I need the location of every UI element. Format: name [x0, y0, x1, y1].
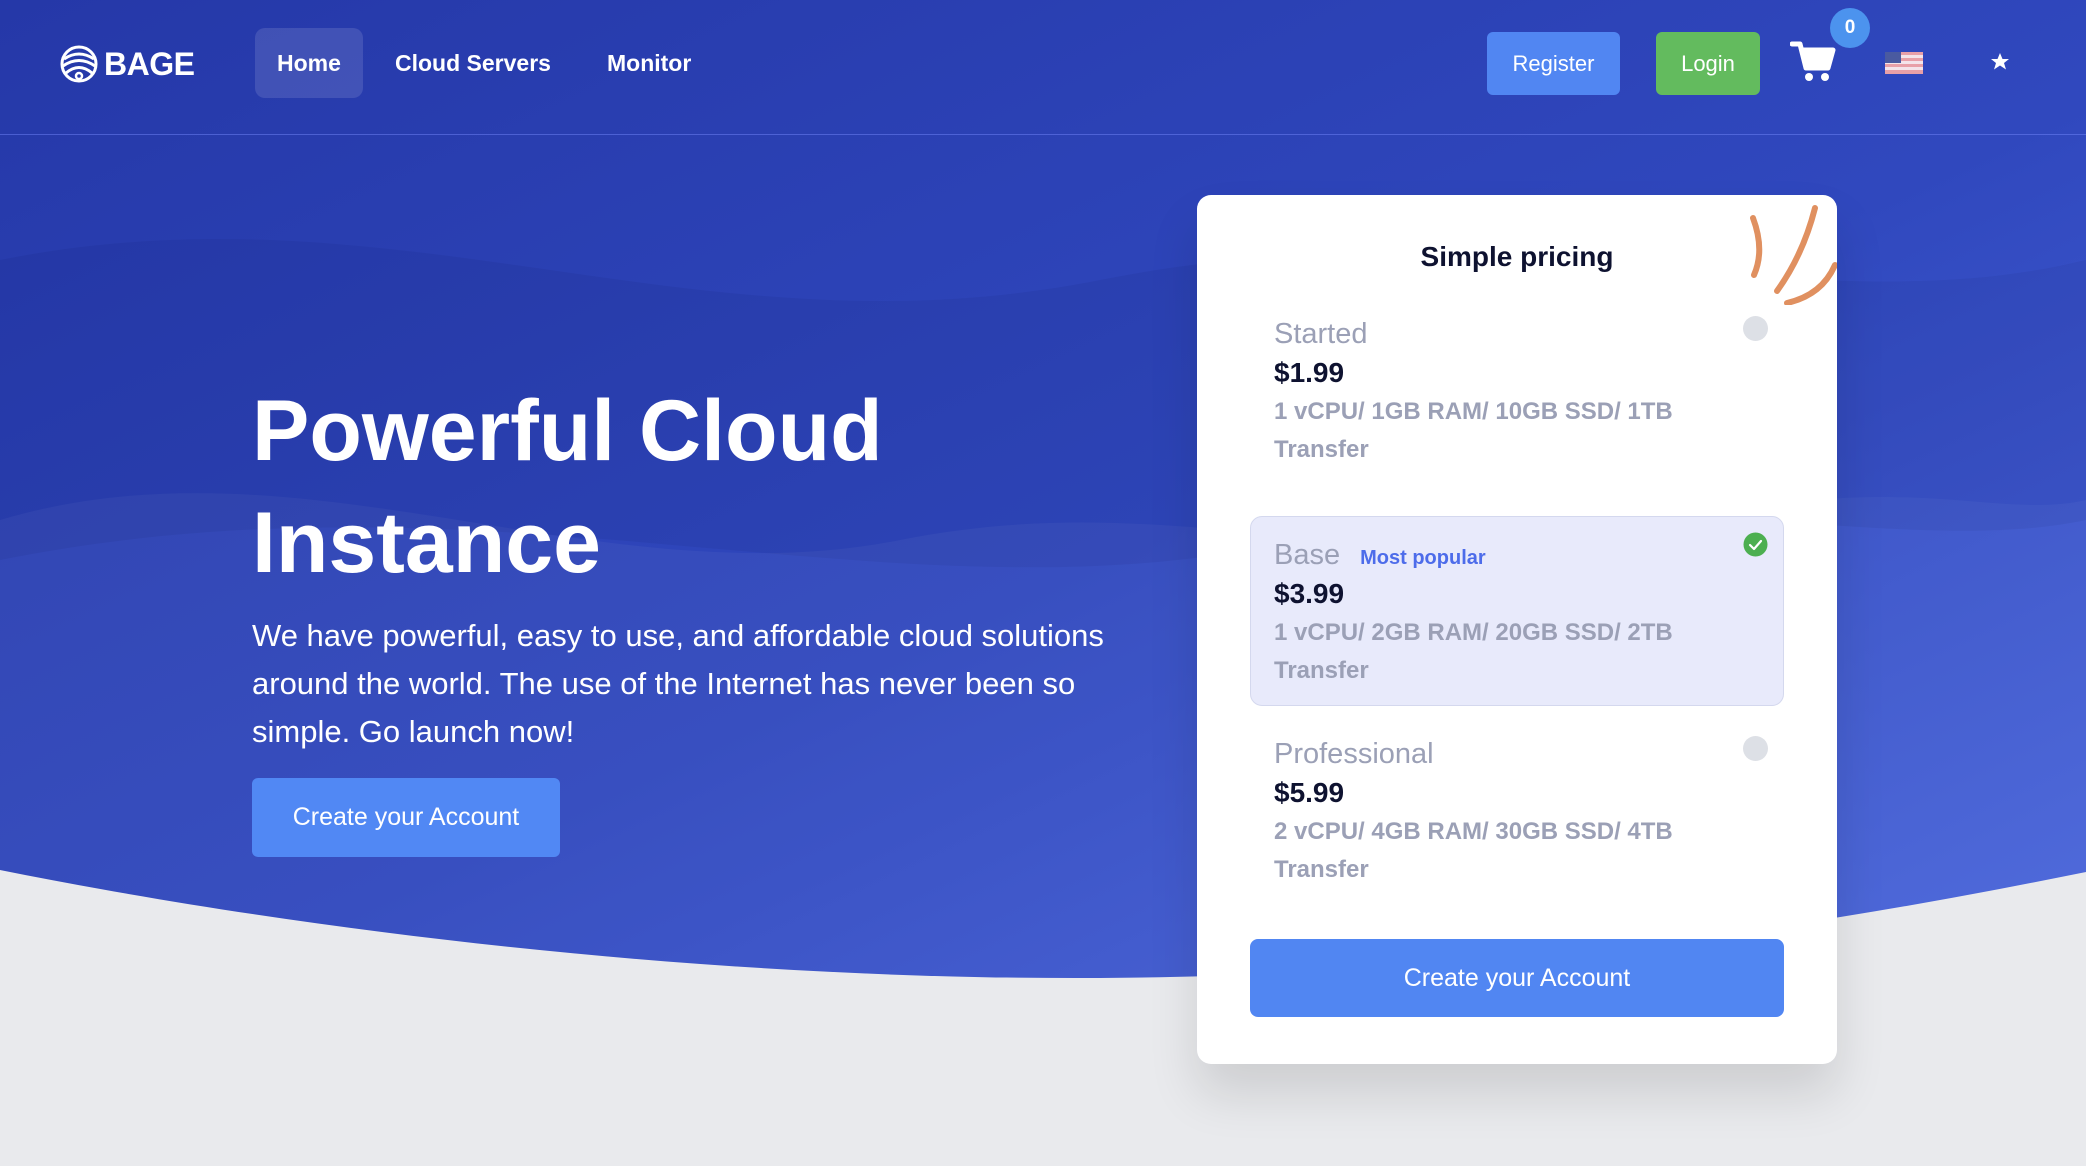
globe-logo-icon — [60, 45, 98, 83]
plan-option-base[interactable]: Base Most popular $3.99 1 vCPU/ 2GB RAM/… — [1250, 516, 1784, 706]
plan-price: $5.99 — [1274, 777, 1345, 808]
shopping-cart-icon[interactable] — [1790, 38, 1836, 84]
most-popular-badge: Most popular — [1360, 547, 1486, 569]
check-circle-icon[interactable] — [1743, 532, 1768, 557]
pricing-card: Simple pricing Started $1.99 1 vCPU/ 1GB… — [1197, 195, 1837, 1064]
nav-home[interactable]: Home — [255, 28, 363, 98]
radio-unselected-icon[interactable] — [1743, 316, 1768, 341]
brand-name: BAGE — [104, 45, 195, 82]
hero-subtitle: We have powerful, easy to use, and affor… — [252, 618, 1104, 749]
site-header: BAGE Home Cloud Servers Monitor Register… — [0, 0, 2086, 135]
plan-option-professional[interactable]: Professional $5.99 2 vCPU/ 4GB RAM/ 30GB… — [1250, 715, 1784, 905]
register-button[interactable]: Register — [1487, 32, 1620, 95]
login-button[interactable]: Login — [1656, 32, 1760, 95]
hero-title: Powerful Cloud Instance — [252, 383, 883, 591]
plan-price: $1.99 — [1274, 357, 1345, 388]
plan-name: Base — [1274, 539, 1341, 571]
brand-logo[interactable]: BAGE — [60, 44, 195, 84]
cart-count-badge: 0 — [1830, 8, 1870, 48]
plan-specs: 2 vCPU/ 4GB RAM/ 30GB SSD/ 4TB Transfer — [1274, 818, 1673, 883]
nav-cloud-servers[interactable]: Cloud Servers — [373, 28, 573, 98]
card-create-account-button[interactable]: Create your Account — [1250, 939, 1784, 1017]
plan-specs: 1 vCPU/ 2GB RAM/ 20GB SSD/ 2TB Transfer — [1274, 619, 1673, 684]
nav-monitor[interactable]: Monitor — [585, 28, 713, 98]
moon-star-icon[interactable] — [1970, 42, 2014, 84]
plan-specs: 1 vCPU/ 1GB RAM/ 10GB SSD/ 1TB Transfer — [1274, 398, 1673, 463]
us-flag-icon[interactable] — [1885, 52, 1923, 74]
pricing-title: Simple pricing — [1420, 241, 1614, 272]
radio-unselected-icon[interactable] — [1743, 736, 1768, 761]
hero-create-account-button[interactable]: Create your Account — [252, 778, 560, 857]
plan-option-started[interactable]: Started $1.99 1 vCPU/ 1GB RAM/ 10GB SSD/… — [1250, 295, 1784, 485]
plan-name: Started — [1274, 318, 1368, 350]
plan-price: $3.99 — [1274, 578, 1345, 609]
plan-name: Professional — [1274, 738, 1434, 770]
